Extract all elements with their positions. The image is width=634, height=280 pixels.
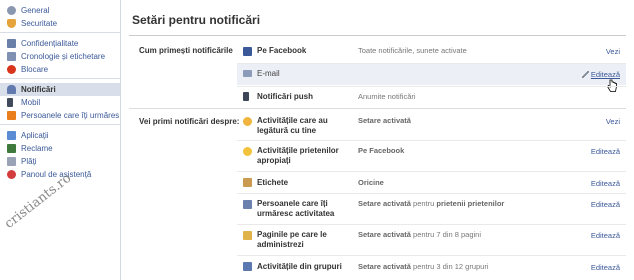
lock-icon	[7, 39, 16, 48]
edit-link[interactable]: Editează	[591, 231, 620, 240]
row-label: Pe Facebook	[257, 46, 307, 55]
sidebar-item-followers[interactable]: Persoanele care îți urmăres...	[0, 109, 120, 122]
star-friend-icon	[243, 147, 252, 156]
rss-icon	[7, 111, 16, 120]
notification-settings-panel: Setări pentru notificări Cum primești no…	[121, 0, 634, 280]
what-row-followers[interactable]: Persoanele care îți urmăresc activitatea…	[237, 194, 626, 224]
star-badge-icon	[243, 117, 252, 126]
sidebar-item-mobile[interactable]: Mobil	[0, 96, 120, 109]
gear-icon	[7, 6, 16, 15]
sidebar-item-notifications[interactable]: Notificări	[0, 83, 120, 96]
row-value: Setare activată pentru prietenii prieten…	[358, 199, 505, 208]
timeline-icon	[7, 52, 16, 61]
row-value: Setare activată	[358, 116, 411, 125]
how-row-facebook[interactable]: Pe Facebook Toate notificările, sunete a…	[237, 42, 626, 62]
block-icon	[7, 65, 16, 74]
what-row-pages[interactable]: Paginile pe care le administrezi Setare …	[237, 225, 626, 255]
sidebar-item-payments[interactable]: Plăți	[0, 155, 120, 168]
edit-link[interactable]: Editează	[591, 200, 620, 209]
view-link[interactable]: Vezi	[606, 117, 620, 126]
row-value: Pe Facebook	[358, 146, 405, 155]
row-value: Anumite notificări	[358, 92, 416, 101]
pencil-icon	[582, 71, 589, 78]
row-value: Setare activată pentru 3 din 12 grupuri	[358, 262, 489, 271]
followers-icon	[243, 200, 252, 209]
edit-link[interactable]: Editează	[591, 70, 620, 79]
mobile-icon	[7, 98, 13, 107]
how-row-push[interactable]: Notificări push Anumite notificări	[237, 87, 626, 107]
ads-icon	[7, 144, 16, 153]
row-label: Etichete	[257, 178, 289, 187]
row-label: E-mail	[257, 69, 280, 78]
help-icon	[7, 170, 16, 179]
sidebar-item-apps[interactable]: Aplicații	[0, 129, 120, 142]
tag-icon	[243, 178, 252, 187]
what-row-tags[interactable]: Etichete Oricine Editează	[237, 172, 626, 193]
sidebar-group-account: General Securitate	[0, 0, 120, 33]
row-label: Notificări push	[257, 92, 314, 101]
sidebar-item-security[interactable]: Securitate	[0, 17, 120, 30]
sidebar-group-privacy: Confidențialitate Cronologie și eticheta…	[0, 33, 120, 79]
settings-sidebar: General Securitate Confidențialitate Cro…	[0, 0, 121, 280]
facebook-icon	[243, 47, 252, 56]
edit-link[interactable]: Editează	[591, 147, 620, 156]
row-value: Toate notificările, sunete activate	[358, 46, 467, 55]
sidebar-item-general[interactable]: General	[0, 4, 120, 17]
row-label: Activitățile din grupuri	[257, 262, 342, 271]
sidebar-item-timeline[interactable]: Cronologie și etichetare	[0, 50, 120, 63]
section-label-how: Cum primești notificările	[139, 46, 233, 55]
section-divider	[129, 108, 626, 109]
sidebar-item-privacy[interactable]: Confidențialitate	[0, 37, 120, 50]
phone-icon	[243, 92, 249, 101]
page-title: Setări pentru notificări	[132, 13, 261, 27]
edit-link[interactable]: Editează	[591, 179, 620, 188]
edit-link[interactable]: Editează	[591, 263, 620, 272]
section-label-what: Vei primi notificări despre:	[139, 117, 240, 126]
flag-icon	[243, 231, 252, 240]
apps-icon	[7, 131, 16, 140]
row-label: Paginile pe care le administrezi	[257, 230, 327, 249]
sidebar-item-ads[interactable]: Reclame	[0, 142, 120, 155]
row-value: Oricine	[358, 178, 384, 187]
payments-icon	[7, 157, 16, 166]
title-divider	[129, 35, 626, 36]
row-label: Persoanele care îți urmăresc activitatea	[257, 199, 335, 218]
what-row-groups[interactable]: Activitățile din grupuri Setare activată…	[237, 256, 626, 278]
groups-icon	[243, 262, 252, 271]
shield-icon	[7, 19, 16, 28]
what-row-close-friends[interactable]: Activitățile prietenilor apropiați Pe Fa…	[237, 141, 626, 171]
how-row-email[interactable]: E-mail Editează	[237, 64, 626, 85]
row-label: Activitățile care au legătură cu tine	[257, 116, 328, 135]
row-label: Activitățile prietenilor apropiați	[257, 146, 339, 165]
sidebar-item-blocking[interactable]: Blocare	[0, 63, 120, 76]
view-link[interactable]: Vezi	[606, 47, 620, 56]
sidebar-group-notifications: Notificări Mobil Persoanele care îți urm…	[0, 79, 120, 125]
what-row-about-you[interactable]: Activitățile care au legătură cu tine Se…	[237, 111, 626, 140]
envelope-icon	[243, 70, 252, 77]
bell-icon	[7, 85, 16, 94]
row-value: Setare activată pentru 7 din 8 pagini	[358, 230, 482, 239]
